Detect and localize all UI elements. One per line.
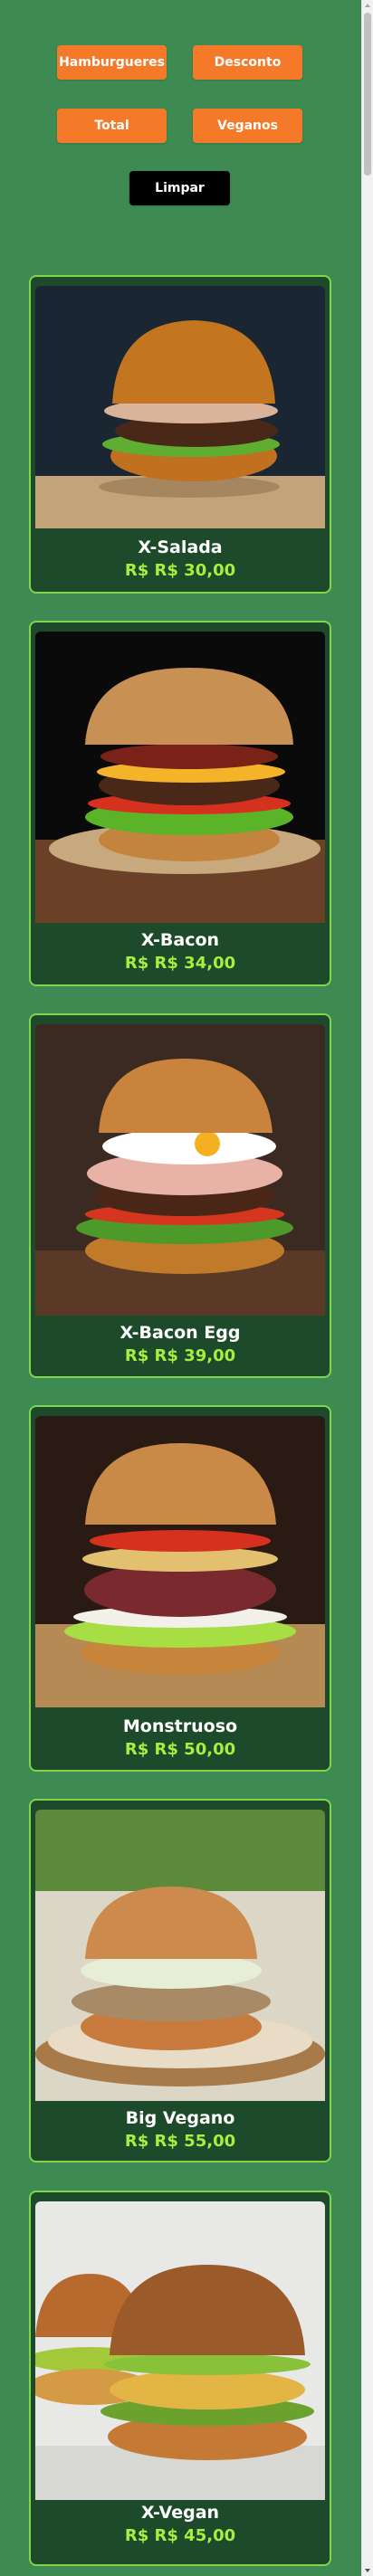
product-price: R$ R$ 39,00 [124,1346,236,1365]
product-price: R$ R$ 50,00 [124,1740,236,1759]
product-name: X-Bacon Egg [120,1323,241,1343]
product-image [35,2201,325,2500]
product-image [35,1810,325,2101]
scroll-down-arrow-icon[interactable] [365,2569,370,2572]
vertical-scrollbar[interactable] [361,0,373,2576]
filter-vegan-button[interactable]: Veganos [193,109,302,143]
product-image [35,632,325,923]
scroll-up-arrow-icon[interactable] [365,4,370,7]
product-card: Monstruoso R$ R$ 50,00 [29,1405,331,1772]
product-image [35,1024,325,1316]
product-page: Hamburgueres Desconto Total Veganos Limp… [0,0,361,2576]
product-name: X-Salada [138,537,223,557]
product-price: R$ R$ 30,00 [124,561,236,580]
filter-hamburgers-button[interactable]: Hamburgueres [57,45,167,80]
product-image [35,286,325,528]
product-price: R$ R$ 34,00 [124,954,236,973]
product-name: Big Vegano [125,2108,235,2128]
filter-total-button[interactable]: Total [57,109,167,143]
product-card: X-Salada R$ R$ 30,00 [29,275,331,594]
scrollbar-thumb[interactable] [364,13,371,176]
product-price: R$ R$ 55,00 [124,2132,236,2151]
product-card: X-Bacon Egg R$ R$ 39,00 [29,1013,331,1378]
product-card: X-Vegan R$ R$ 45,00 [29,2191,331,2566]
product-card: Big Vegano R$ R$ 55,00 [29,1799,331,2163]
product-card: X-Bacon R$ R$ 34,00 [29,621,331,986]
product-price: R$ R$ 45,00 [124,2526,236,2545]
product-name: X-Bacon [140,930,220,950]
product-name: X-Vegan [140,2503,220,2523]
product-name: Monstruoso [122,1716,238,1736]
filter-discount-button[interactable]: Desconto [193,45,302,80]
clear-filters-button[interactable]: Limpar [129,171,230,205]
product-image [35,1416,325,1707]
